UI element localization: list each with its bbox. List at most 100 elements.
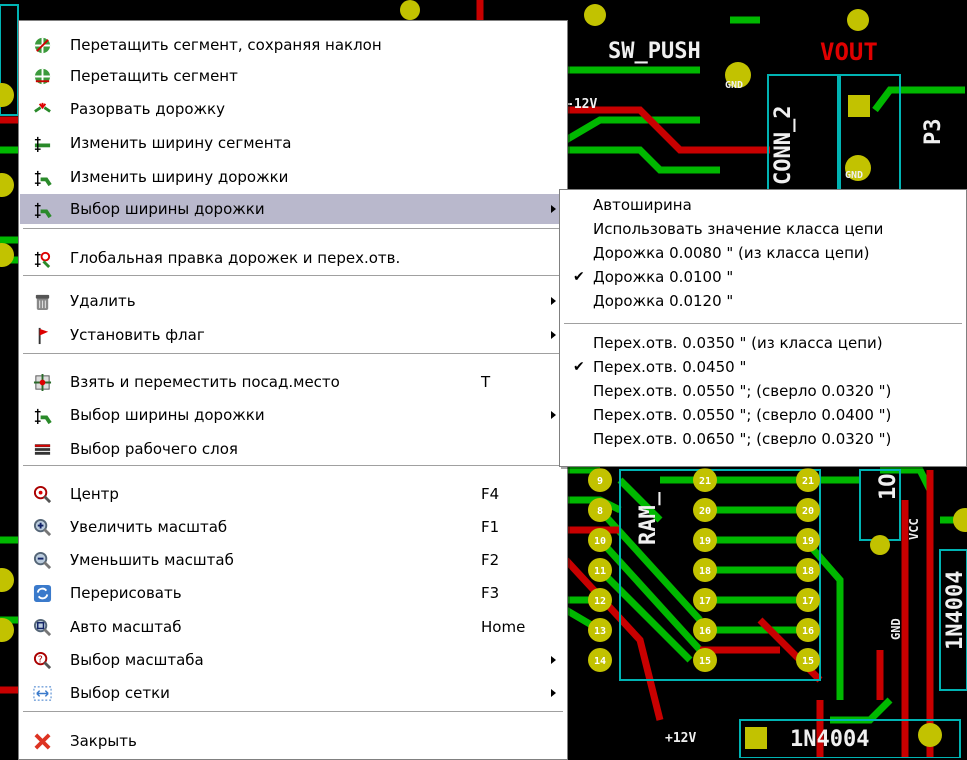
pcb-label-plus12v: +12V	[665, 731, 696, 746]
submenu-item-label: Автоширина	[593, 196, 692, 214]
menu-item-redraw[interactable]: Перерисовать F3	[20, 578, 566, 608]
pcb-pad-number: 18	[802, 566, 814, 577]
pcb-pad-number: 11	[594, 566, 606, 577]
menu-item-move-footprint[interactable]: Взять и переместить посад.место T	[20, 367, 566, 397]
menu-item-flag[interactable]: Установить флаг	[20, 320, 566, 350]
submenu-item-label: Дорожка 0.0120 "	[593, 292, 734, 310]
svg-text:?: ?	[38, 654, 43, 665]
zoom-select-icon: ?	[33, 651, 52, 670]
zoom-in-icon	[33, 518, 52, 537]
pcb-pad-number: 21	[699, 476, 711, 487]
submenu-arrow-icon	[551, 656, 556, 664]
menu-item-label: Увеличить масштаб	[70, 518, 228, 536]
submenu-item-label: Перех.отв. 0.0450 "	[593, 358, 747, 376]
menu-item-shortcut: F1	[481, 518, 500, 536]
submenu-item-label: Перех.отв. 0.0550 "; (сверло 0.0320 ")	[593, 382, 892, 400]
drag-segment-icon	[33, 67, 52, 86]
menu-item-shortcut: F2	[481, 551, 500, 569]
submenu-item-0[interactable]: Автоширина	[561, 192, 965, 218]
global-edit-tracks-icon	[33, 249, 52, 269]
pcb-pad-number: 21	[802, 476, 814, 487]
pcb-label-vout: VOUT	[820, 38, 878, 66]
menu-separator	[23, 711, 563, 713]
break-track-icon	[33, 100, 52, 119]
pcb-pad-number: 18	[699, 566, 711, 577]
submenu-item-3[interactable]: ✔ Дорожка 0.0100 "	[561, 264, 965, 290]
pcb-pad-number: 19	[699, 536, 711, 547]
submenu-item-2[interactable]: Дорожка 0.0080 " (из класса цепи)	[561, 240, 965, 266]
menu-item-zoom-center[interactable]: Центр F4	[20, 479, 566, 509]
pcb-label-sw-push: SW_PUSH	[608, 39, 701, 64]
pcb-pad-number: 20	[699, 506, 711, 517]
submenu-separator	[564, 323, 962, 325]
menu-item-close[interactable]: Закрыть	[20, 726, 566, 756]
zoom-out-icon	[33, 551, 52, 570]
move-footprint-icon	[33, 373, 52, 392]
menu-item-label: Выбор ширины дорожки	[70, 200, 265, 218]
menu-item-drag-segment[interactable]: Перетащить сегмент	[20, 61, 566, 91]
menu-item-label: Выбор сетки	[70, 684, 170, 702]
menu-item-segment-width[interactable]: Изменить ширину сегмента	[20, 128, 566, 158]
zoom-center-icon	[33, 485, 52, 504]
submenu-item-4[interactable]: Дорожка 0.0120 "	[561, 288, 965, 314]
menu-item-zoom-auto[interactable]: Авто масштаб Home	[20, 612, 566, 642]
menu-item-zoom-select[interactable]: ? Выбор масштаба	[20, 645, 566, 675]
menu-item-label: Выбор масштаба	[70, 651, 204, 669]
submenu-item-7[interactable]: Перех.отв. 0.0550 "; (сверло 0.0320 ")	[561, 378, 965, 404]
pcb-pad-number: 15	[699, 656, 711, 667]
submenu-arrow-icon	[551, 297, 556, 305]
menu-item-layers[interactable]: Выбор рабочего слоя	[20, 434, 566, 464]
track-width-submenu: Автоширина Использовать значение класса ц…	[559, 189, 967, 467]
submenu-item-5[interactable]: Перех.отв. 0.0350 " (из класса цепи)	[561, 330, 965, 356]
menu-item-drag-segment-keep-slope[interactable]: Перетащить сегмент, сохраняя наклон	[20, 30, 566, 60]
pcb-label-gnd-2: GND	[845, 170, 863, 181]
trash-icon	[33, 292, 52, 311]
submenu-arrow-icon	[551, 331, 556, 339]
menu-separator	[23, 275, 563, 277]
menu-item-select-track-width[interactable]: Выбор ширины дорожки	[20, 194, 566, 224]
menu-item-label: Установить флаг	[70, 326, 205, 344]
submenu-item-1[interactable]: Использовать значение класса цепи	[561, 216, 965, 242]
menu-item-grid[interactable]: Выбор сетки	[20, 678, 566, 708]
select-track-width-icon	[33, 406, 52, 425]
menu-item-track-width[interactable]: Изменить ширину дорожки	[20, 162, 566, 192]
drag-segment-keep-slope-icon	[33, 36, 52, 55]
segment-width-icon	[33, 134, 52, 153]
submenu-item-8[interactable]: Перех.отв. 0.0550 "; (сверло 0.0400 ")	[561, 402, 965, 428]
menu-item-trash[interactable]: Удалить	[20, 286, 566, 316]
grid-icon	[33, 684, 52, 703]
menu-item-global-edit-tracks[interactable]: Глобальная правка дорожек и перех.отв.	[20, 243, 566, 273]
pcb-pad-number: 15	[802, 656, 814, 667]
submenu-arrow-icon	[551, 411, 556, 419]
menu-item-shortcut: F3	[481, 584, 500, 602]
pcb-pad-number: 8	[597, 506, 603, 517]
pcb-label-diode: 1N4004	[790, 727, 869, 752]
pcb-label-diode-vertical: 1N4004	[943, 571, 967, 650]
pcb-pad-number: 10	[594, 536, 606, 547]
menu-item-shortcut: Home	[481, 618, 526, 636]
menu-item-break-track[interactable]: Разорвать дорожку	[20, 94, 566, 124]
submenu-item-label: Дорожка 0.0080 " (из класса цепи)	[593, 244, 870, 262]
submenu-arrow-icon	[551, 205, 556, 213]
menu-item-label: Удалить	[70, 292, 136, 310]
menu-item-shortcut: F4	[481, 485, 500, 503]
zoom-auto-icon	[33, 618, 52, 637]
pcb-pad-number: 19	[802, 536, 814, 547]
menu-separator	[23, 465, 563, 467]
menu-item-zoom-in[interactable]: Увеличить масштаб F1	[20, 512, 566, 542]
menu-item-select-track-width-2[interactable]: Выбор ширины дорожки	[20, 400, 566, 430]
redraw-icon	[33, 584, 52, 603]
menu-item-zoom-out[interactable]: Уменьшить масштаб F2	[20, 545, 566, 575]
pcb-pad-number: 16	[699, 626, 711, 637]
submenu-item-9[interactable]: Перех.отв. 0.0650 "; (сверло 0.0320 ")	[561, 426, 965, 452]
pcb-pad-number: 16	[802, 626, 814, 637]
menu-item-label: Выбор рабочего слоя	[70, 440, 238, 458]
menu-item-label: Изменить ширину дорожки	[70, 168, 289, 186]
pcb-pad-number: 17	[802, 596, 814, 607]
pcb-pad-number: 17	[699, 596, 711, 607]
context-menu: Перетащить сегмент, сохраняя наклон Перет…	[18, 20, 568, 760]
pcb-label-gnd: GND	[725, 80, 743, 91]
pcb-pad-number: 14	[594, 656, 606, 667]
submenu-item-6[interactable]: ✔ Перех.отв. 0.0450 "	[561, 354, 965, 380]
submenu-item-label: Использовать значение класса цепи	[593, 220, 884, 238]
